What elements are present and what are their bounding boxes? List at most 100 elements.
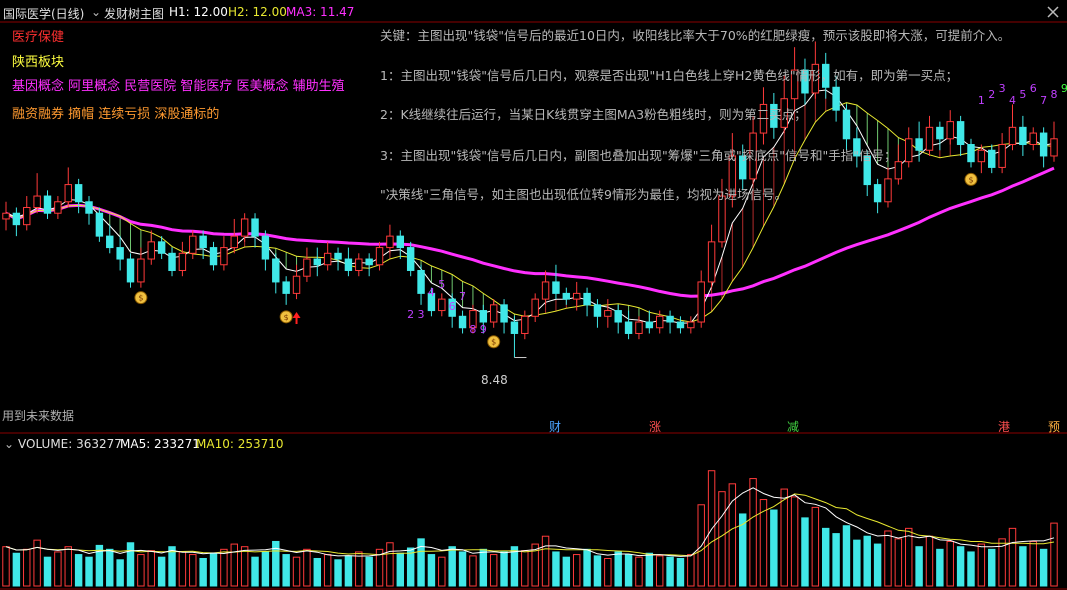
volume-bar <box>873 543 882 587</box>
volume-bar <box>655 555 664 587</box>
volume-bar <box>323 554 332 587</box>
td-count-label: 7 <box>1040 94 1047 107</box>
money-bag-icon-glyph: $ <box>968 175 973 184</box>
note-1: 1：主图出现"钱袋"信号后几日内，观察是否出现"H1白色线上穿H2黄色线"情形，… <box>380 68 959 83</box>
td-count-label: 8 <box>469 323 476 336</box>
volume-bar <box>292 556 301 587</box>
volume-bar <box>2 546 10 587</box>
chevron-down-icon[interactable]: ⌄ <box>91 5 101 19</box>
volume-bar <box>541 535 550 587</box>
volume-bar <box>1050 522 1058 587</box>
volume-bar <box>822 527 830 587</box>
event-marker-earnings[interactable]: 财 <box>547 418 563 435</box>
volume-bar <box>168 546 176 587</box>
candle-body <box>676 321 685 329</box>
volume-bar <box>593 555 602 587</box>
money-bag-icon-glyph: $ <box>284 313 289 322</box>
volume-bar <box>946 540 954 587</box>
td-count-label: 6 <box>449 300 456 313</box>
td-count-label: 7 <box>459 290 466 303</box>
candle-body <box>396 235 405 249</box>
candle-body <box>624 321 633 334</box>
td-count-label: 1 <box>978 94 985 107</box>
candle-body <box>282 281 290 294</box>
stock-name[interactable]: 国际医学(日线) <box>3 5 84 22</box>
volume-bar <box>552 551 560 587</box>
volume-bar <box>230 543 238 587</box>
volume-bar <box>624 554 633 587</box>
close-icon[interactable] <box>1047 6 1059 18</box>
candle-body <box>240 218 249 237</box>
ma3-value: MA3: 11.47 <box>286 5 355 19</box>
td-count-label: 2 <box>407 308 414 321</box>
buy-signal-arrow-icon <box>292 312 301 324</box>
event-marker-forecast[interactable]: 预 <box>1046 418 1062 435</box>
candle-body <box>832 86 840 111</box>
volume-bar <box>1039 548 1048 587</box>
candle-body <box>458 315 467 329</box>
candle-body <box>905 138 913 163</box>
candle-body <box>303 258 311 277</box>
candle-body <box>438 298 446 312</box>
volume-bar <box>687 554 695 587</box>
candle-body <box>12 212 21 226</box>
candle-body <box>272 258 280 283</box>
candle-body <box>1029 132 1037 146</box>
volume-bar <box>884 530 892 587</box>
candle-body <box>510 321 519 334</box>
candle-body <box>500 304 508 323</box>
volume-bar <box>126 542 135 587</box>
event-marker-hk[interactable]: 港 <box>996 418 1012 435</box>
volume-header: ⌄ VOLUME: 363277 MA5: 233271 MA10: 25371… <box>0 436 1067 454</box>
volume-chevron-icon[interactable]: ⌄ <box>4 437 14 451</box>
tag-sector-health[interactable]: 医疗保健 <box>12 26 64 45</box>
tag-concepts[interactable]: 基因概念 阿里概念 民营医院 智能医疗 医美概念 辅助生殖 <box>12 75 345 94</box>
candle-body <box>977 149 986 163</box>
candle-body <box>375 247 384 266</box>
td-count-label: 3 <box>999 82 1006 95</box>
volume-bar <box>209 552 218 587</box>
volume-bar <box>790 496 799 587</box>
indicator-name[interactable]: 发财树主图 <box>104 5 164 22</box>
volume-bar <box>396 552 405 587</box>
candle-body <box>43 195 52 214</box>
volume-bar <box>147 550 155 587</box>
volume-bar <box>220 548 228 587</box>
candle-body <box>54 201 62 214</box>
volume-bar <box>458 551 467 587</box>
td-count-label: 3 <box>418 308 425 321</box>
td-count-label: 5 <box>438 278 445 291</box>
header-bar: 国际医学(日线) ⌄ 发财树主图 H1: 12.00 H2: 12.00 MA3… <box>0 0 1067 22</box>
candle-body <box>220 247 228 266</box>
volume-bar <box>137 554 145 587</box>
volume-bar <box>479 548 488 587</box>
volume-bar <box>510 546 519 587</box>
volume-bar <box>905 527 913 587</box>
event-marker-limit-up[interactable]: 涨 <box>647 418 663 435</box>
candle-body <box>261 235 270 260</box>
volume-bar <box>74 554 83 587</box>
candle-body <box>915 138 923 151</box>
volume-bar <box>842 525 851 587</box>
volume-bar <box>189 554 197 587</box>
td-count-label: 9 <box>480 323 487 336</box>
event-marker-reduce[interactable]: 减 <box>785 418 801 435</box>
candle-body <box>1039 132 1048 157</box>
candle-body <box>1050 138 1058 157</box>
volume-bar <box>54 551 62 587</box>
candle-body <box>23 207 31 226</box>
volume-bar <box>12 552 21 587</box>
volume-bar <box>303 548 311 587</box>
candle-body <box>178 252 187 271</box>
candle-body <box>531 298 539 317</box>
volume-bar <box>925 535 934 587</box>
volume-bar <box>116 559 124 587</box>
candle-body <box>64 184 72 203</box>
candle-body <box>344 258 353 271</box>
tag-region[interactable]: 陕西板块 <box>12 51 64 70</box>
volume-bar <box>157 556 166 587</box>
volume-bar <box>500 551 508 587</box>
tag-attributes[interactable]: 融资融券 摘帽 连续亏损 深股通标的 <box>12 103 219 122</box>
volume-bar <box>469 555 477 587</box>
note-2: 2：K线继续往后运行，当某日K线贯穿主图MA3粉色粗线时，则为第二买点； <box>380 107 807 122</box>
